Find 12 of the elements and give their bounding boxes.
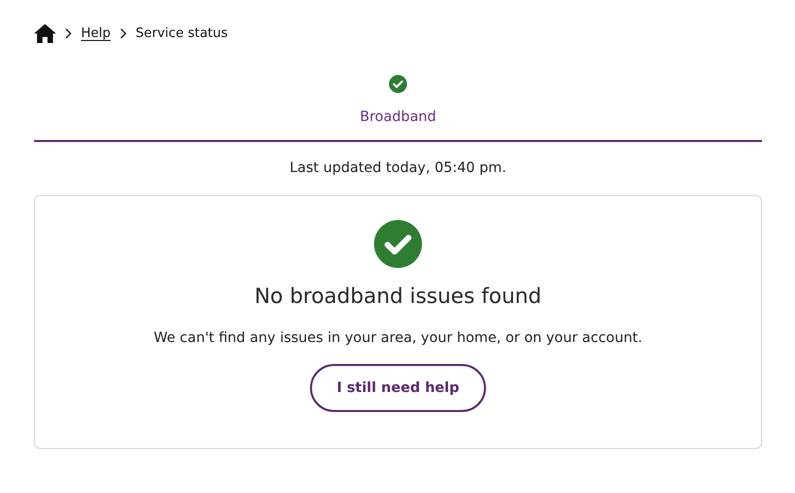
help-link[interactable]: Help — [81, 26, 111, 40]
chevron-icon — [65, 28, 72, 38]
help-button[interactable]: I still need help — [310, 364, 486, 412]
chevron-icon — [120, 28, 127, 38]
current-page: Service status — [136, 26, 228, 40]
status-message: We can't find any issues in your area, your home, or on your account. — [154, 330, 642, 346]
last-updated: Last updated today, 05:40 pm. — [290, 160, 506, 176]
success-icon — [374, 220, 422, 268]
broadband-tab[interactable]: Broadband — [34, 75, 762, 142]
status-heading: No broadband issues found — [254, 284, 542, 308]
check-icon — [389, 75, 407, 93]
home-icon[interactable] — [34, 24, 56, 42]
